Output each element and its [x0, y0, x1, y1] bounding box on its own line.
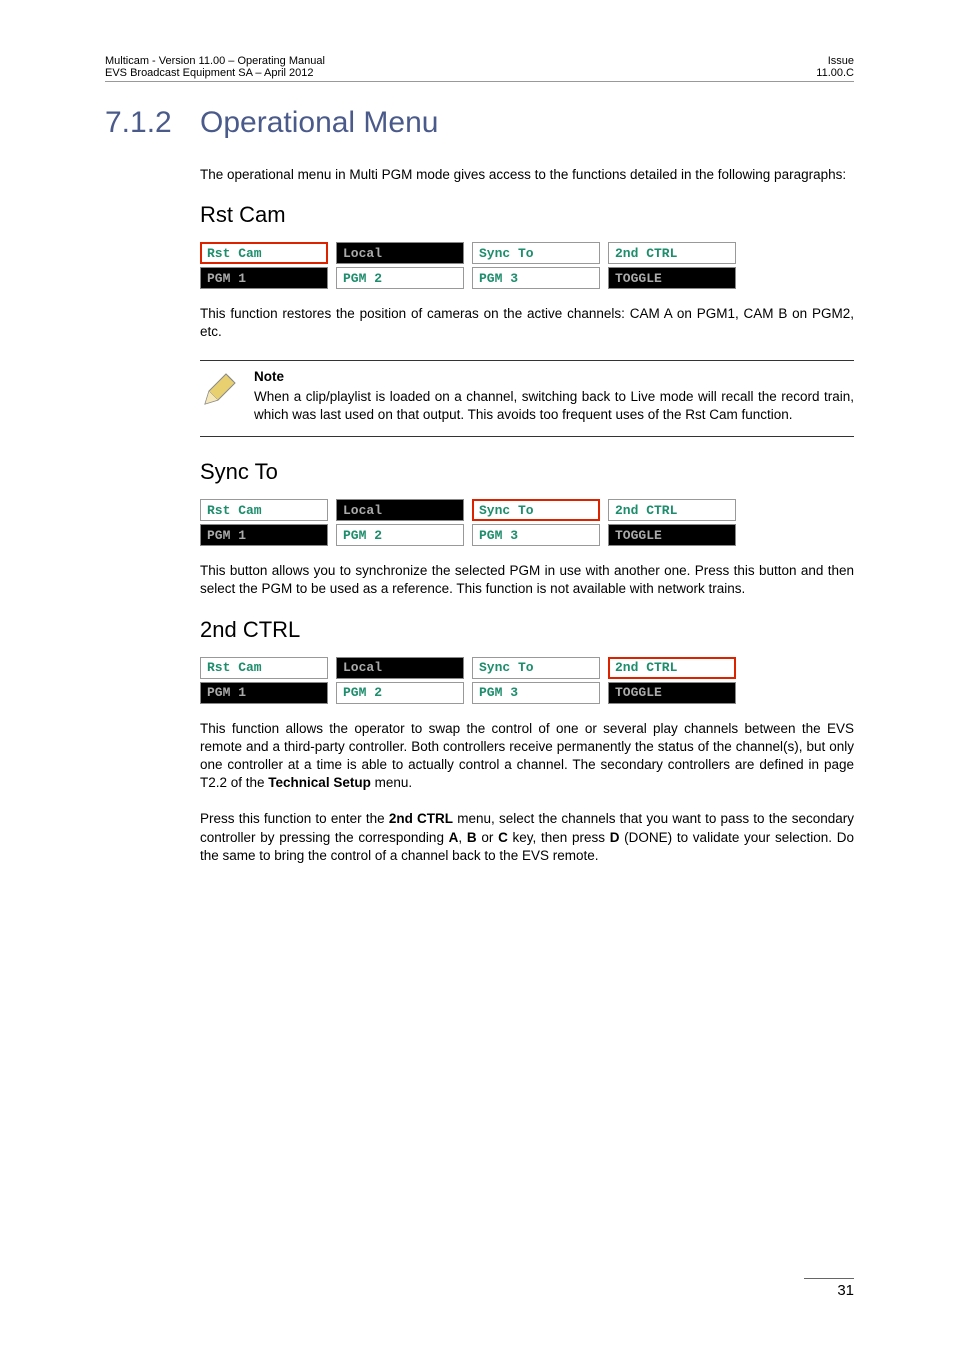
- rstcam-text: This function restores the position of c…: [200, 305, 854, 341]
- rstcam-menu: Rst Cam Local Sync To 2nd CTRL PGM 1 PGM…: [200, 242, 854, 289]
- secondctrl-heading: 2nd CTRL: [200, 617, 854, 643]
- note-text: When a clip/playlist is loaded on a chan…: [254, 388, 854, 424]
- bold-span: C: [498, 830, 508, 845]
- header-left-line2: EVS Broadcast Equipment SA – April 2012: [105, 67, 325, 79]
- secondctrl-menu: Rst Cam Local Sync To 2nd CTRL PGM 1 PGM…: [200, 657, 854, 704]
- secondctrl-cell-pgm3: PGM 3: [472, 682, 600, 704]
- rstcam-cell-pgm2: PGM 2: [336, 267, 464, 289]
- bold-span: 2nd CTRL: [389, 811, 453, 826]
- bold-span: B: [467, 830, 477, 845]
- header-right-line1: Issue: [816, 55, 854, 67]
- syncto-cell-pgm3: PGM 3: [472, 524, 600, 546]
- rstcam-cell-pgm3: PGM 3: [472, 267, 600, 289]
- rstcam-cell-syncto: Sync To: [472, 242, 600, 264]
- syncto-cell-pgm1: PGM 1: [200, 524, 328, 546]
- rstcam-cell-rstcam: Rst Cam: [200, 242, 328, 264]
- secondctrl-cell-local: Local: [336, 657, 464, 679]
- syncto-text: This button allows you to synchronize th…: [200, 562, 854, 598]
- secondctrl-cell-pgm2: PGM 2: [336, 682, 464, 704]
- rstcam-cell-toggle: TOGGLE: [608, 267, 736, 289]
- bold-span: A: [449, 830, 459, 845]
- note-block: Note When a clip/playlist is loaded on a…: [200, 360, 854, 437]
- syncto-cell-2ndctrl: 2nd CTRL: [608, 499, 736, 521]
- rstcam-cell-pgm1: PGM 1: [200, 267, 328, 289]
- syncto-cell-toggle: TOGGLE: [608, 524, 736, 546]
- rstcam-heading: Rst Cam: [200, 202, 854, 228]
- secondctrl-para2: Press this function to enter the 2nd CTR…: [200, 810, 854, 865]
- header-left-line1: Multicam - Version 11.00 – Operating Man…: [105, 55, 325, 67]
- secondctrl-cell-toggle: TOGGLE: [608, 682, 736, 704]
- section-title: Operational Menu: [200, 106, 438, 140]
- header-right-line2: 11.00.C: [816, 67, 854, 79]
- section-number: 7.1.2: [105, 106, 200, 140]
- bold-span: Technical Setup: [268, 775, 371, 790]
- secondctrl-cell-syncto: Sync To: [472, 657, 600, 679]
- syncto-heading: Sync To: [200, 459, 854, 485]
- pencil-icon: [200, 369, 240, 424]
- syncto-cell-syncto: Sync To: [472, 499, 600, 521]
- syncto-cell-local: Local: [336, 499, 464, 521]
- syncto-cell-rstcam: Rst Cam: [200, 499, 328, 521]
- rstcam-cell-local: Local: [336, 242, 464, 264]
- secondctrl-cell-pgm1: PGM 1: [200, 682, 328, 704]
- page-number: 31: [804, 1278, 854, 1299]
- text-span: menu.: [371, 775, 412, 790]
- text-span: ,: [458, 830, 466, 845]
- page-header: Multicam - Version 11.00 – Operating Man…: [105, 55, 854, 82]
- text-span: key, then press: [508, 830, 610, 845]
- secondctrl-cell-2ndctrl: 2nd CTRL: [608, 657, 736, 679]
- text-span: or: [477, 830, 498, 845]
- note-title: Note: [254, 369, 854, 384]
- intro-paragraph: The operational menu in Multi PGM mode g…: [200, 166, 854, 184]
- secondctrl-cell-rstcam: Rst Cam: [200, 657, 328, 679]
- text-span: Press this function to enter the: [200, 811, 389, 826]
- syncto-menu: Rst Cam Local Sync To 2nd CTRL PGM 1 PGM…: [200, 499, 854, 546]
- secondctrl-para1: This function allows the operator to swa…: [200, 720, 854, 793]
- bold-span: D: [610, 830, 620, 845]
- syncto-cell-pgm2: PGM 2: [336, 524, 464, 546]
- rstcam-cell-2ndctrl: 2nd CTRL: [608, 242, 736, 264]
